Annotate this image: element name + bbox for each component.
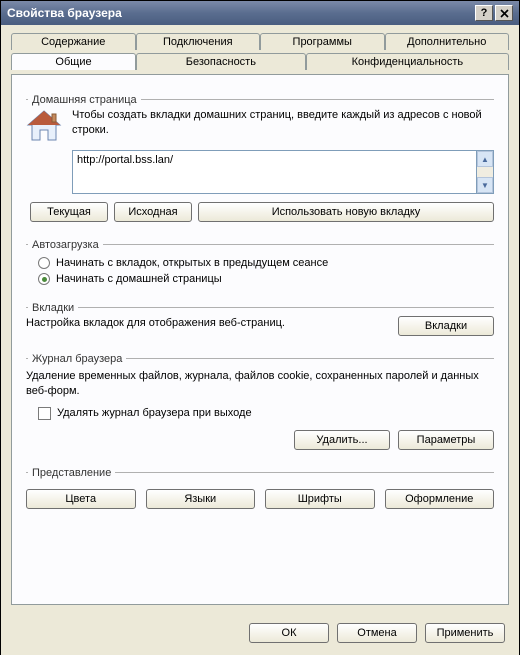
radio-icon	[38, 257, 50, 269]
scrollbar[interactable]: ▲ ▼	[477, 150, 494, 194]
use-newtab-button[interactable]: Использовать новую вкладку	[198, 202, 494, 222]
cancel-button[interactable]: Отмена	[337, 623, 417, 643]
homepage-desc: Чтобы создать вкладки домашних страниц, …	[72, 108, 494, 138]
tab-content[interactable]: Содержание	[11, 33, 136, 50]
delete-on-exit-label: Удалять журнал браузера при выходе	[57, 407, 252, 419]
titlebar: Свойства браузера ?	[1, 1, 519, 25]
scroll-up-icon[interactable]: ▲	[477, 151, 493, 167]
homepage-url-input[interactable]	[72, 150, 477, 194]
ok-button[interactable]: ОК	[249, 623, 329, 643]
history-settings-button[interactable]: Параметры	[398, 430, 494, 450]
startup-tabs-radio[interactable]: Начинать с вкладок, открытых в предыдуще…	[38, 257, 494, 269]
languages-button[interactable]: Языки	[146, 489, 256, 509]
tab-privacy[interactable]: Конфиденциальность	[306, 53, 509, 70]
history-desc: Удаление временных файлов, журнала, файл…	[26, 369, 494, 399]
startup-tabs-label: Начинать с вкладок, открытых в предыдуще…	[56, 257, 328, 269]
tabs-settings-button[interactable]: Вкладки	[398, 316, 494, 336]
window-title: Свойства браузера	[7, 6, 473, 20]
scroll-down-icon[interactable]: ▼	[477, 177, 493, 193]
startup-home-label: Начинать с домашней страницы	[56, 273, 222, 285]
checkbox-icon	[38, 407, 51, 420]
tabs-desc: Настройка вкладок для отображения веб-ст…	[26, 316, 378, 331]
radio-checked-icon	[38, 273, 50, 285]
tab-security[interactable]: Безопасность	[136, 53, 306, 70]
accessibility-button[interactable]: Оформление	[385, 489, 495, 509]
presentation-group-label: Представление	[28, 467, 115, 479]
colors-button[interactable]: Цвета	[26, 489, 136, 509]
fonts-button[interactable]: Шрифты	[265, 489, 375, 509]
help-button[interactable]: ?	[475, 5, 493, 21]
apply-button[interactable]: Применить	[425, 623, 505, 643]
tab-general[interactable]: Общие	[11, 53, 136, 70]
tab-programs[interactable]: Программы	[260, 33, 385, 50]
tab-advanced[interactable]: Дополнительно	[385, 33, 510, 50]
delete-history-button[interactable]: Удалить...	[294, 430, 390, 450]
tabs-group-label: Вкладки	[28, 302, 78, 314]
home-icon	[26, 108, 62, 144]
homepage-group-label: Домашняя страница	[28, 94, 141, 106]
delete-on-exit-checkbox[interactable]: Удалять журнал браузера при выходе	[38, 407, 494, 420]
use-default-button[interactable]: Исходная	[114, 202, 192, 222]
startup-group-label: Автозагрузка	[28, 239, 103, 251]
close-button[interactable]	[495, 5, 513, 21]
tab-connections[interactable]: Подключения	[136, 33, 261, 50]
use-current-button[interactable]: Текущая	[30, 202, 108, 222]
history-group-label: Журнал браузера	[28, 353, 126, 365]
startup-home-radio[interactable]: Начинать с домашней страницы	[38, 273, 494, 285]
